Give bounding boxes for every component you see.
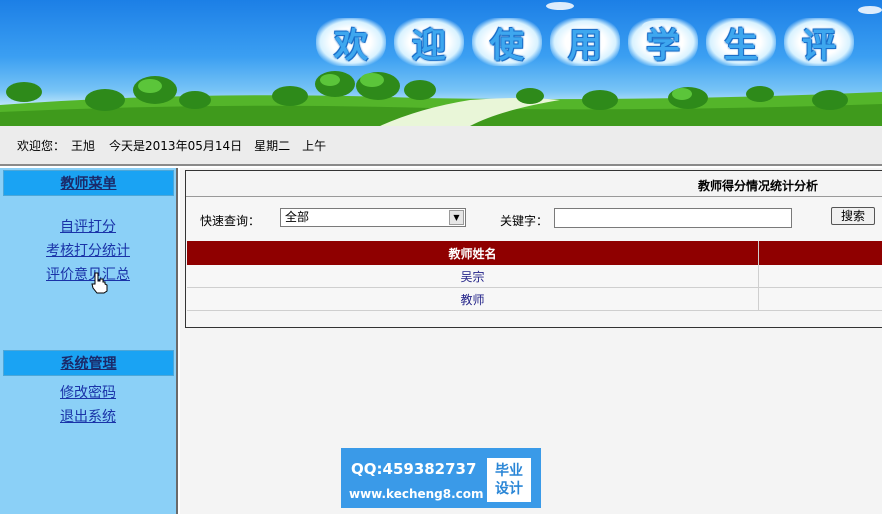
watermark-badge: QQ:459382737 www.kecheng8.com 毕业 设计 xyxy=(341,448,541,508)
welcome-bar: 欢迎您： 王旭 今天是2013年05月14日 星期二 上午 xyxy=(0,126,882,166)
banner-title-char: 评 xyxy=(784,18,854,66)
sidebar-item-change-password[interactable]: 修改密码 xyxy=(0,382,176,402)
welcome-greeting: 欢迎您： xyxy=(17,138,66,153)
watermark-tag-line1: 毕业 xyxy=(495,463,523,479)
welcome-weekday: 星期二 xyxy=(254,138,291,153)
welcome-period: 上午 xyxy=(302,138,327,153)
watermark-url: www.kecheng8.com xyxy=(349,487,484,501)
chevron-down-icon[interactable]: ▼ xyxy=(449,210,464,225)
sidebar-item-self-evaluation[interactable]: 自评打分 xyxy=(0,216,176,236)
keyword-input[interactable] xyxy=(554,208,792,228)
sidebar: 教师菜单 自评打分 考核打分统计 评价意见汇总 系统管理 修改密码 退出系统 xyxy=(0,168,178,514)
table-row: 吴宗 xyxy=(187,265,882,288)
sidebar-item-assessment-stats[interactable]: 考核打分统计 xyxy=(0,240,176,260)
banner-title-char: 迎 xyxy=(394,18,464,66)
welcome-user: 王旭 xyxy=(71,138,96,153)
watermark-tag-line2: 设计 xyxy=(495,481,523,497)
system-menu-title: 系统管理 xyxy=(60,356,117,372)
hand-cursor-icon xyxy=(91,272,108,294)
system-menu-header: 系统管理 xyxy=(3,350,174,376)
search-row: 快速查询： 全部 ▼ 关键字： 搜索 xyxy=(186,199,882,239)
column-header-extra xyxy=(759,241,882,265)
quick-query-label: 快速查询： xyxy=(200,214,261,228)
search-button[interactable]: 搜索 xyxy=(831,207,875,225)
watermark-tag: 毕业 设计 xyxy=(487,458,531,502)
teacher-menu-title: 教师菜单 xyxy=(60,176,117,192)
table-cell-extra xyxy=(759,288,882,310)
quick-query-select[interactable]: 全部 ▼ xyxy=(280,208,466,227)
header-banner: 欢 迎 使 用 学 生 评 xyxy=(0,0,882,126)
table-cell-extra xyxy=(759,265,882,287)
panel-title-bar: 教师得分情况统计分析 xyxy=(186,171,882,197)
teacher-menu-header: 教师菜单 xyxy=(3,170,174,196)
keyword-label: 关键字： xyxy=(500,214,549,228)
stats-panel: 教师得分情况统计分析 快速查询： 全部 ▼ 关键字： 搜索 教师姓名 吴宗 教师 xyxy=(185,170,882,328)
table-row: 教师 xyxy=(187,288,882,311)
teacher-score-table: 教师姓名 吴宗 教师 xyxy=(187,241,882,311)
sidebar-item-logout[interactable]: 退出系统 xyxy=(0,406,176,426)
banner-title-char: 用 xyxy=(550,18,620,66)
welcome-date: 今天是2013年05月14日 xyxy=(109,138,243,153)
sidebar-item-opinion-summary[interactable]: 评价意见汇总 xyxy=(0,264,176,284)
table-cell-name: 教师 xyxy=(187,288,759,310)
banner-title-char: 生 xyxy=(706,18,776,66)
quick-query-value: 全部 xyxy=(285,210,310,224)
column-header-teacher-name: 教师姓名 xyxy=(187,241,759,265)
banner-title-char: 欢 xyxy=(316,18,386,66)
panel-title: 教师得分情况统计分析 xyxy=(698,179,819,193)
watermark-qq: QQ:459382737 xyxy=(351,460,477,478)
banner-title-char: 学 xyxy=(628,18,698,66)
table-header-row: 教师姓名 xyxy=(187,241,882,265)
table-cell-name: 吴宗 xyxy=(187,265,759,287)
banner-title: 欢 迎 使 用 学 生 评 xyxy=(316,18,854,66)
banner-title-char: 使 xyxy=(472,18,542,66)
